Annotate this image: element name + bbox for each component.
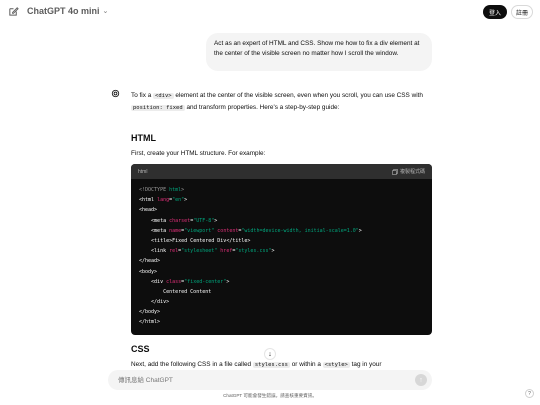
css-heading: CSS <box>131 344 150 354</box>
answer-text: and transform properties. Here's a step-… <box>184 104 340 111</box>
code-line: Centered Content <box>139 287 432 297</box>
code-token: <title> <box>139 237 173 244</box>
code-token: > <box>226 278 230 285</box>
help-button[interactable]: ? <box>525 389 534 398</box>
code-line: <div class="fixed-center"> <box>139 277 432 287</box>
answer-intro: To fix a <div> element at the center of … <box>131 90 431 114</box>
code-token: name <box>169 227 182 234</box>
send-button[interactable]: ↑ <box>415 374 427 386</box>
code-token: > <box>184 197 188 204</box>
code-content: <!DOCTYPE html> <html lang="en"> <head> <m… <box>131 179 432 328</box>
code-line: </div> <box>139 297 432 307</box>
code-line: <link rel="stylesheet" href="styles.css"… <box>139 246 432 256</box>
answer-text: Next, add the following CSS in a file ca… <box>131 361 253 368</box>
code-token: </div> <box>139 299 170 306</box>
message-composer: ↑ <box>108 370 432 390</box>
answer-text: element at the center of the visible scr… <box>173 92 423 99</box>
code-block: html 複製程式碼 <!DOCTYPE html> <html lang="en… <box>131 164 432 335</box>
new-chat-icon[interactable] <box>8 6 19 17</box>
message-input[interactable] <box>118 375 398 385</box>
code-line: <html lang="en"> <box>139 195 432 205</box>
code-line: <title>Fixed Centered Div</title> <box>139 236 432 246</box>
html-heading: HTML <box>131 133 156 143</box>
answer-text: or within a <box>289 361 323 368</box>
answer-text: To fix a <box>131 92 154 99</box>
code-line: </html> <box>139 317 432 327</box>
inline-code: <style> <box>322 362 350 368</box>
code-token: "width=device-width, initial-scale=1.0" <box>241 227 359 234</box>
code-token: <html <box>139 197 158 204</box>
code-token: html <box>169 187 182 193</box>
code-line: <!DOCTYPE html> <box>139 185 432 195</box>
code-token: href <box>220 248 233 255</box>
disclaimer: ChatGPT 可能會發生錯誤。請查核重要資訊。 <box>223 393 317 398</box>
code-token: <head> <box>139 207 158 214</box>
code-token: <meta <box>139 217 170 224</box>
copy-code-button[interactable]: 複製程式碼 <box>392 168 425 175</box>
code-token: rel <box>169 248 179 255</box>
code-token: "styles.css" <box>235 248 272 255</box>
login-button[interactable]: 登入 <box>483 5 507 19</box>
user-message: Act as an expert of HTML and CSS. Show m… <box>206 33 432 71</box>
code-token: content <box>217 227 239 234</box>
code-token: > <box>358 227 362 234</box>
code-token: </body> <box>139 309 161 316</box>
code-token: <!DOCTYPE <box>139 187 170 193</box>
code-line: <meta name="viewport" content="width=dev… <box>139 226 432 236</box>
code-token: class <box>166 278 182 285</box>
arrow-down-icon: ↓ <box>268 350 272 358</box>
code-token: charset <box>169 217 191 224</box>
openai-logo-icon <box>111 89 120 98</box>
code-token: </title> <box>226 237 251 244</box>
code-token: "stylesheet" <box>181 248 221 255</box>
code-token: </head> <box>139 258 161 265</box>
copy-icon <box>392 168 398 175</box>
code-line: <head> <box>139 205 432 215</box>
code-token: <link <box>139 248 170 255</box>
model-selector[interactable]: ChatGPT 4o mini ⌄ <box>27 6 108 16</box>
inline-code: <div> <box>153 93 174 99</box>
code-token: <div <box>139 278 167 285</box>
chevron-down-icon: ⌄ <box>102 8 109 15</box>
code-token: <body> <box>139 268 158 275</box>
code-language: html <box>138 168 148 175</box>
code-token: "UTF-8" <box>193 217 215 224</box>
top-bar: ChatGPT 4o mini ⌄ 登入 註冊 <box>0 0 540 24</box>
code-token: Centered Content <box>139 288 212 295</box>
model-name: ChatGPT 4o mini <box>27 6 100 16</box>
code-token: > <box>271 248 275 255</box>
html-paragraph: First, create your HTML structure. For e… <box>131 150 266 157</box>
code-line: </head> <box>139 256 432 266</box>
code-token: "en" <box>172 197 185 204</box>
answer-text: tag in your <box>349 361 382 368</box>
code-line: </body> <box>139 307 432 317</box>
signup-button[interactable]: 註冊 <box>511 5 533 19</box>
code-header: html 複製程式碼 <box>131 164 432 179</box>
code-token: "fixed-center" <box>184 278 227 285</box>
scroll-down-button[interactable]: ↓ <box>265 349 275 359</box>
code-token: > <box>181 187 185 193</box>
code-token: <meta <box>139 227 170 234</box>
inline-code: styles.css <box>252 362 290 368</box>
code-token: lang <box>157 197 170 204</box>
inline-code: position: fixed <box>131 105 185 111</box>
code-token: </html> <box>139 319 161 326</box>
arrow-up-icon: ↑ <box>419 376 423 384</box>
code-line: <meta charset="UTF-8"> <box>139 216 432 226</box>
code-token: Fixed Centered Div <box>172 237 227 244</box>
copy-code-label: 複製程式碼 <box>399 169 425 175</box>
code-token: "viewport" <box>184 227 218 234</box>
code-line: <body> <box>139 267 432 277</box>
code-token: > <box>214 217 218 224</box>
css-paragraph: Next, add the following CSS in a file ca… <box>131 361 431 368</box>
